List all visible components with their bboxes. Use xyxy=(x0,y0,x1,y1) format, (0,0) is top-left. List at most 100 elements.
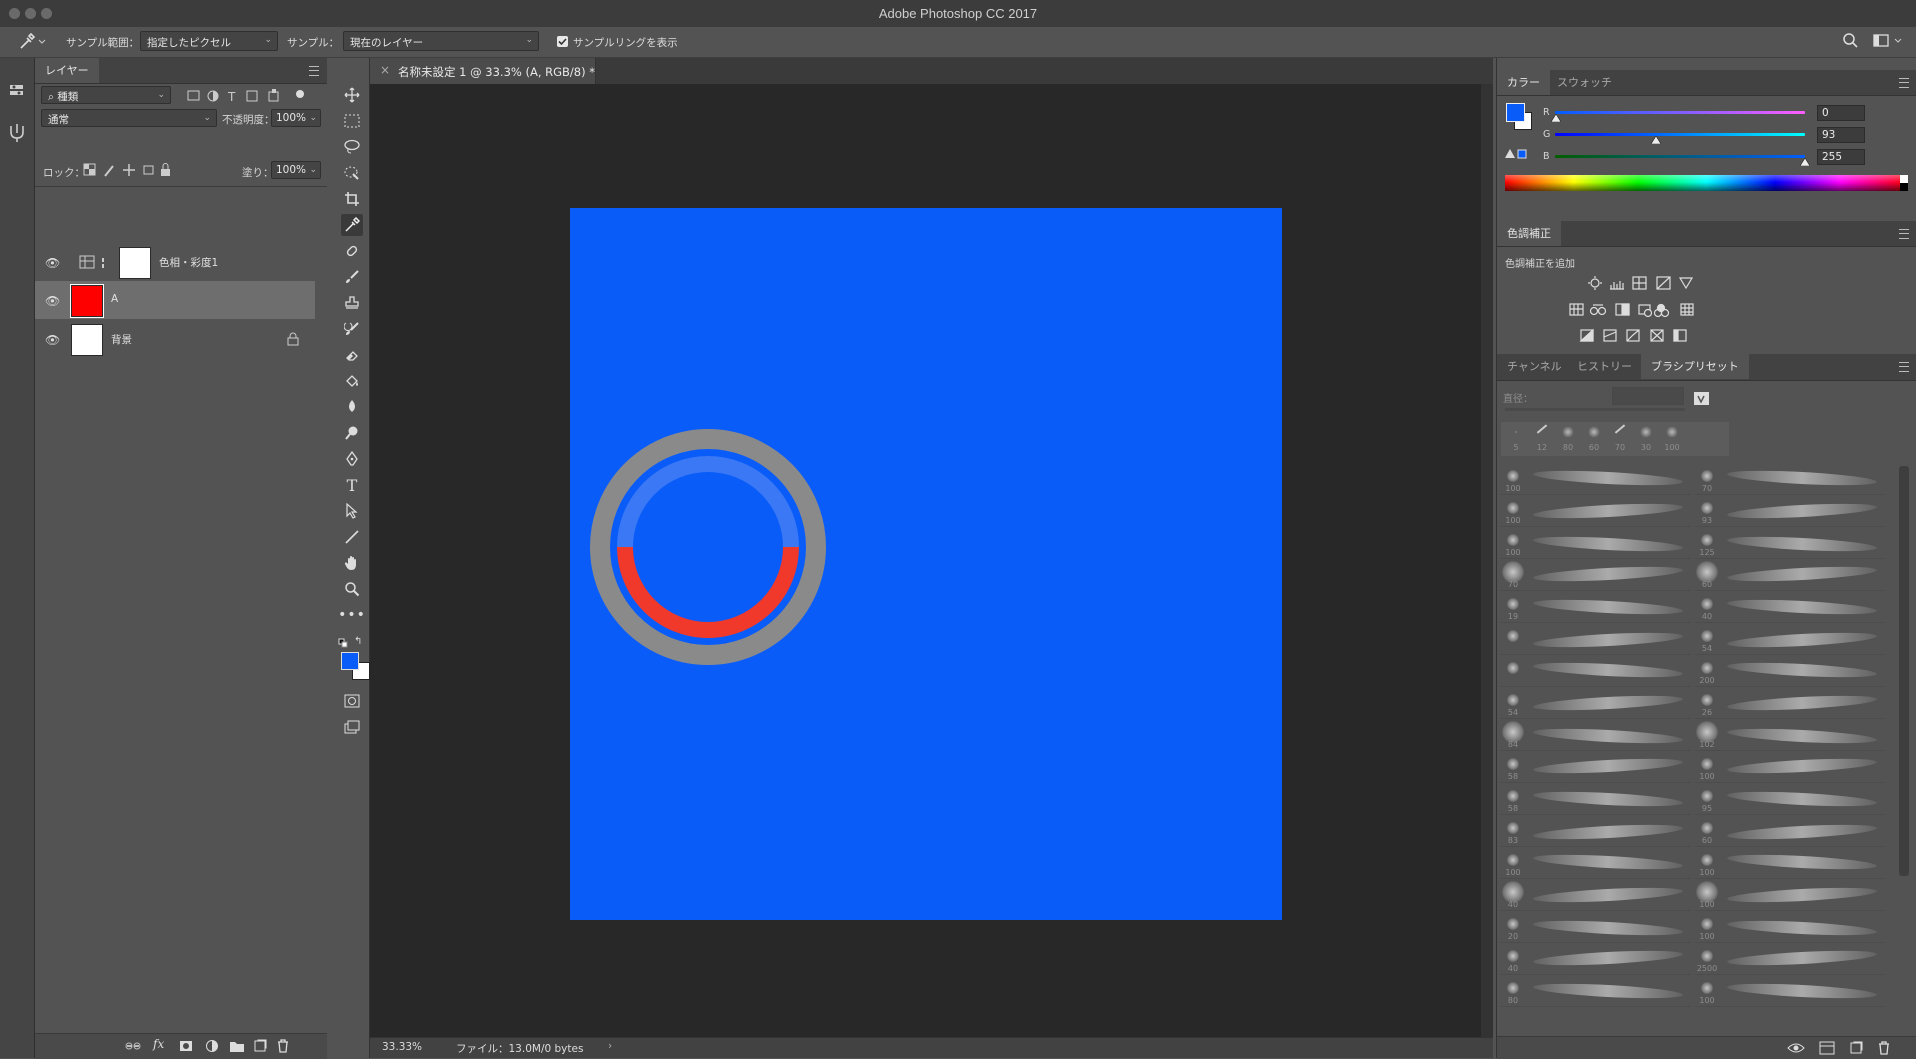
brush-preset[interactable]: 60 xyxy=(1695,560,1885,591)
adjustment-icons-grid[interactable] xyxy=(1563,275,1723,347)
workspace-switcher-icon[interactable] xyxy=(1872,32,1906,50)
brush-tool-icon[interactable] xyxy=(341,266,363,288)
layer-row-background[interactable]: 👁 背景 xyxy=(35,320,315,358)
brush-presets-list[interactable]: 100 100 100 70 19 54 84 58 58 83 100 40 20 40 80 70 93 12… xyxy=(1501,464,1885,1058)
layer-filter-icons[interactable]: T xyxy=(185,88,295,104)
mask-icon[interactable] xyxy=(179,1039,193,1053)
brush-preset[interactable]: 2500 xyxy=(1695,944,1885,975)
libraries-panel-icon[interactable] xyxy=(8,122,26,144)
more-tools-icon[interactable]: ••• xyxy=(338,604,365,626)
brush-list-scrollbar[interactable] xyxy=(1899,466,1909,876)
recent-brush-tip[interactable]: 80 xyxy=(1555,424,1581,454)
brush-preset[interactable]: 58 xyxy=(1501,752,1691,783)
file-info[interactable]: ファイル：13.0M/0 bytes xyxy=(456,1041,583,1056)
recent-brush-tip[interactable]: 5 xyxy=(1503,424,1529,454)
filter-toggle[interactable] xyxy=(296,90,304,98)
recent-brush-tip[interactable]: 12 xyxy=(1529,424,1555,454)
brush-preset[interactable]: 200 xyxy=(1695,656,1885,687)
quick-selection-tool-icon[interactable] xyxy=(341,162,363,184)
brush-preset[interactable]: 60 xyxy=(1695,816,1885,847)
line-tool-icon[interactable] xyxy=(341,526,363,548)
brush-preset[interactable]: 93 xyxy=(1695,496,1885,527)
visibility-eye-icon[interactable]: 👁 xyxy=(45,333,60,347)
crop-tool-icon[interactable] xyxy=(341,188,363,210)
panel-menu-icon[interactable] xyxy=(1899,78,1909,88)
document-tab[interactable]: × 名称未設定 1 @ 33.3% (A, RGB/8) * xyxy=(370,58,596,84)
brush-preset[interactable]: 100 xyxy=(1501,848,1691,879)
adjustment-icon[interactable] xyxy=(205,1039,219,1053)
brush-preset[interactable]: 102 xyxy=(1695,720,1885,751)
toggle-bristle-preview-icon[interactable] xyxy=(1787,1041,1807,1055)
brush-preset[interactable]: 125 xyxy=(1695,528,1885,559)
spectrum-black-chip[interactable] xyxy=(1900,183,1908,191)
g-slider[interactable] xyxy=(1555,133,1805,136)
zoom-level[interactable]: 33.33% xyxy=(382,1041,422,1053)
brush-preset[interactable]: 40 xyxy=(1501,880,1691,911)
layer-thumbnail[interactable] xyxy=(71,324,103,356)
layer-name[interactable]: 色相・彩度1 xyxy=(159,255,218,270)
layer-row-a[interactable]: 👁 A xyxy=(35,281,315,319)
paint-bucket-tool-icon[interactable] xyxy=(341,370,363,392)
brush-preset[interactable]: 40 xyxy=(1501,944,1691,975)
recent-brush-tip[interactable]: 100 xyxy=(1659,424,1685,454)
link-icon[interactable] xyxy=(125,1039,141,1053)
r-slider[interactable] xyxy=(1555,111,1805,114)
healing-brush-tool-icon[interactable] xyxy=(341,240,363,262)
lasso-tool-icon[interactable] xyxy=(341,136,363,158)
recent-brush-tip[interactable]: 60 xyxy=(1581,424,1607,454)
brush-preset[interactable]: 100 xyxy=(1695,848,1885,879)
visibility-eye-icon[interactable]: 👁 xyxy=(45,256,60,270)
layer-filter-dropdown[interactable]: ⌕ 種類 ⌄ xyxy=(41,86,171,104)
quick-mask-icon[interactable] xyxy=(341,690,363,712)
brush-preset[interactable]: 70 xyxy=(1501,560,1691,591)
brush-preset[interactable]: 26 xyxy=(1695,688,1885,719)
brush-options-icon[interactable] xyxy=(1693,390,1711,408)
b-slider[interactable] xyxy=(1555,155,1805,158)
move-tool-icon[interactable] xyxy=(341,84,363,106)
brush-preset[interactable]: 80 xyxy=(1501,976,1691,1007)
trash-icon[interactable] xyxy=(276,1038,290,1054)
foreground-color-swatch[interactable] xyxy=(341,652,359,670)
brush-preset[interactable]: 58 xyxy=(1501,784,1691,815)
panel-menu-icon[interactable] xyxy=(1899,362,1909,372)
brush-preset[interactable]: 100 xyxy=(1695,912,1885,943)
brush-preset[interactable]: 40 xyxy=(1695,592,1885,623)
marquee-tool-icon[interactable] xyxy=(341,110,363,132)
brush-preset[interactable]: 100 xyxy=(1695,976,1885,1007)
brush-preset[interactable]: 54 xyxy=(1501,688,1691,719)
r-value[interactable]: 0 xyxy=(1817,105,1865,121)
r-slider-handle[interactable] xyxy=(1551,114,1561,122)
g-value[interactable]: 93 xyxy=(1817,127,1865,143)
recent-brushes-strip[interactable]: 5 12 80 60 70 30 100 xyxy=(1501,422,1729,456)
new-brush-icon[interactable] xyxy=(1849,1041,1863,1055)
brush-preset[interactable]: 100 xyxy=(1501,528,1691,559)
fill-input[interactable]: 100% ⌄ xyxy=(271,161,321,179)
spectrum-white-chip[interactable] xyxy=(1900,175,1908,183)
layer-mask-thumbnail[interactable] xyxy=(119,247,151,279)
layer-thumbnail[interactable] xyxy=(70,284,104,318)
eyedropper-tool-icon[interactable] xyxy=(341,214,363,236)
brush-preset[interactable]: 100 xyxy=(1501,496,1691,527)
g-slider-handle[interactable] xyxy=(1651,136,1661,144)
search-icon[interactable] xyxy=(1840,31,1860,51)
pen-tool-icon[interactable] xyxy=(341,448,363,470)
foreground-color-chip[interactable] xyxy=(1506,103,1525,122)
brush-preset[interactable]: 19 xyxy=(1501,592,1691,623)
brush-preset[interactable]: 84 xyxy=(1501,720,1691,751)
screen-mode-icon[interactable] xyxy=(341,716,363,738)
layer-name[interactable]: A xyxy=(111,293,118,305)
b-value[interactable]: 255 xyxy=(1817,149,1865,165)
blend-mode-dropdown[interactable]: 通常 ⌄ xyxy=(41,109,217,127)
panel-menu-icon[interactable] xyxy=(309,66,319,76)
zoom-tool-icon[interactable] xyxy=(341,578,363,600)
brush-preset[interactable]: 100 xyxy=(1695,752,1885,783)
visibility-eye-icon[interactable]: 👁 xyxy=(45,294,60,308)
sample-size-dropdown[interactable]: 指定したピクセル ⌄ xyxy=(140,31,278,51)
tab-swatches[interactable]: スウォッチ xyxy=(1547,70,1622,95)
new-layer-icon[interactable] xyxy=(253,1039,267,1053)
brush-preset[interactable]: 20 xyxy=(1501,912,1691,943)
swap-colors-icon[interactable]: ↰ xyxy=(354,636,362,647)
default-colors-icon[interactable] xyxy=(338,638,348,648)
status-menu-arrow-icon[interactable]: › xyxy=(608,1040,612,1052)
properties-panel-icon[interactable] xyxy=(8,82,26,100)
